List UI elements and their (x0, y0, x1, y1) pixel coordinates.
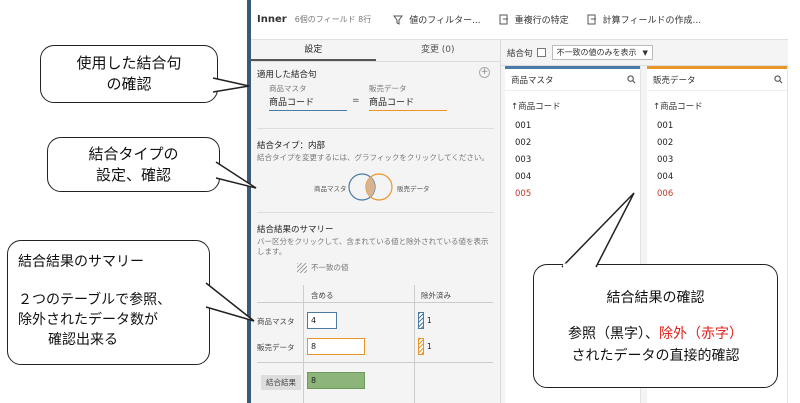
callout-line: 確認出来る (48, 332, 118, 348)
left-excluded-count: 1 (427, 316, 432, 325)
value-cell[interactable]: 002 (647, 135, 787, 152)
callout-line: 設定、確認 (95, 166, 171, 184)
value-cell[interactable]: 003 (505, 152, 640, 169)
row-label-right-table: 販売データ (257, 343, 295, 352)
calc-icon (587, 14, 596, 25)
value-cell[interactable]: 001 (505, 118, 640, 135)
page: Inner 6個のフィールド 8行 値のフィルター... 重複行の特定 計算フィ… (0, 0, 800, 403)
table-divider (257, 302, 493, 303)
venn-right-label: 販売データ (397, 185, 430, 193)
search-icon[interactable] (627, 75, 636, 84)
callout-line: ２つのテーブルで参照、 (18, 292, 172, 308)
mismatch-label: 不一致の値 (311, 263, 349, 272)
left-included-bar[interactable]: 4 (307, 312, 337, 329)
tab-changes[interactable]: 変更 (0) (376, 40, 501, 61)
left-join-field[interactable]: 商品コード (269, 95, 347, 111)
applied-join-title: 適用した結合句 (257, 70, 317, 80)
column-table-name: 商品マスタ (511, 75, 554, 86)
column-table-name: 販売データ (653, 75, 696, 86)
mismatch-legend: 不一致の値 (297, 262, 349, 273)
mismatch-filter-select[interactable]: 不一致の値のみを表示 ▼ (551, 45, 653, 60)
value-cell[interactable]: 004 (647, 169, 787, 186)
create-calc-field-label: 計算フィールドの作成... (602, 16, 702, 26)
join-type-title: 結合タイプ：内部 (257, 141, 326, 151)
value-filter-button[interactable]: 値のフィルター... (393, 13, 481, 26)
excluded-value-cell[interactable]: 006 (647, 186, 787, 203)
callout-line: されたデータの直接的確認 (571, 348, 740, 364)
identify-duplicates-label: 重複行の特定 (514, 16, 569, 26)
left-excluded-bar[interactable] (418, 312, 424, 329)
step-name: Inner (257, 14, 287, 25)
result-label: 結合結果 (261, 375, 301, 390)
field-name[interactable]: ↑商品コード (647, 91, 787, 118)
join-operator: = (352, 96, 360, 106)
hatch-swatch-icon (297, 262, 307, 273)
callout-title: 結合結果のサマリー (18, 254, 144, 270)
search-icon[interactable] (774, 75, 783, 84)
create-calc-field-button[interactable]: 計算フィールドの作成... (587, 13, 701, 26)
column-header[interactable]: 商品マスタ (505, 69, 640, 91)
add-join-clause-icon[interactable]: + (479, 67, 490, 78)
chevron-down-icon: ▼ (642, 48, 648, 57)
callout-line: 結合タイプの (88, 145, 179, 163)
col-included-header: 含める (311, 291, 334, 300)
duplicate-icon (499, 14, 508, 25)
result-bar[interactable]: 8 (307, 372, 365, 389)
callout-join-clause: 使用した結合句 の確認 (40, 45, 250, 103)
row-label-left-table: 商品マスタ (257, 317, 295, 326)
callout-result: 結合結果の確認 参照（黒字）、除外（赤字） されたデータの直接的確認 (533, 192, 778, 388)
callout-tail (202, 282, 255, 322)
value-cell[interactable]: 001 (647, 118, 787, 135)
summary-title: 結合結果のサマリー (257, 225, 334, 235)
callout-line: 参照（黒字）、除外（赤字） (534, 323, 777, 345)
col-excluded-header: 除外済み (421, 291, 451, 300)
callout-line: 使用した結合句 (76, 54, 182, 72)
divider (257, 212, 494, 213)
venn-left-label: 商品マスタ (314, 185, 347, 193)
callout-text-red: 除外（赤字） (659, 326, 743, 342)
join-clause-label: 結合句 (507, 48, 533, 59)
step-toolbar: Inner 6個のフィールド 8行 値のフィルター... 重複行の特定 計算フィ… (251, 0, 788, 40)
callout-line: 除外されたデータ数が (18, 312, 158, 328)
callout-join-type: 結合タイプの 設定、確認 (47, 137, 257, 192)
field-name[interactable]: ↑商品コード (505, 91, 640, 118)
callout-spacer (534, 309, 777, 323)
value-cell[interactable]: 004 (505, 169, 640, 186)
callout-tail (209, 77, 250, 93)
callout-spacer (18, 272, 209, 290)
tab-settings[interactable]: 設定 (251, 40, 376, 61)
filter-icon (393, 15, 404, 25)
right-included-bar[interactable]: 8 (307, 338, 365, 355)
right-excluded-bar[interactable] (418, 338, 424, 355)
callout-tail (561, 192, 635, 268)
left-table-name: 商品マスタ (269, 84, 307, 93)
right-join-field[interactable]: 商品コード (369, 95, 447, 111)
callout-tail (212, 161, 257, 189)
right-table-name: 販売データ (369, 84, 407, 93)
mismatch-filter-value: 不一致の値のみを表示 (556, 48, 637, 57)
right-excluded-count: 1 (427, 342, 432, 351)
value-filter-label: 値のフィルター... (409, 16, 481, 26)
column-header[interactable]: 販売データ (647, 69, 787, 91)
summary-desc: バー区分をクリックして、含まれている値と除外されている値を表示します。 (257, 237, 489, 256)
callout-summary: 結合結果のサマリー ２つのテーブルで参照、 除外されたデータ数が 確認出来る (7, 240, 255, 365)
step-meta: 6個のフィールド 8行 (294, 15, 372, 24)
join-settings-panel: 設定 変更 (0) 適用した結合句 + 商品マスタ 販売データ 商品コード = … (251, 40, 501, 403)
divider (257, 128, 494, 129)
panel-accent-bar (247, 0, 251, 403)
value-cell[interactable]: 003 (647, 152, 787, 169)
grid-toolbar: 結合句 不一致の値のみを表示 ▼ (501, 40, 788, 66)
callout-title: 結合結果の確認 (606, 290, 705, 306)
table-divider (257, 362, 493, 363)
identify-duplicates-button[interactable]: 重複行の特定 (499, 13, 569, 26)
settings-tabs: 設定 変更 (0) (251, 40, 500, 62)
join-type-desc: 結合タイプを変更するには、グラフィックをクリックしてください。 (257, 153, 489, 162)
value-cell[interactable]: 002 (505, 135, 640, 152)
join-clause-checkbox[interactable] (536, 48, 546, 57)
callout-text-black: 参照（黒字）、 (568, 326, 659, 342)
